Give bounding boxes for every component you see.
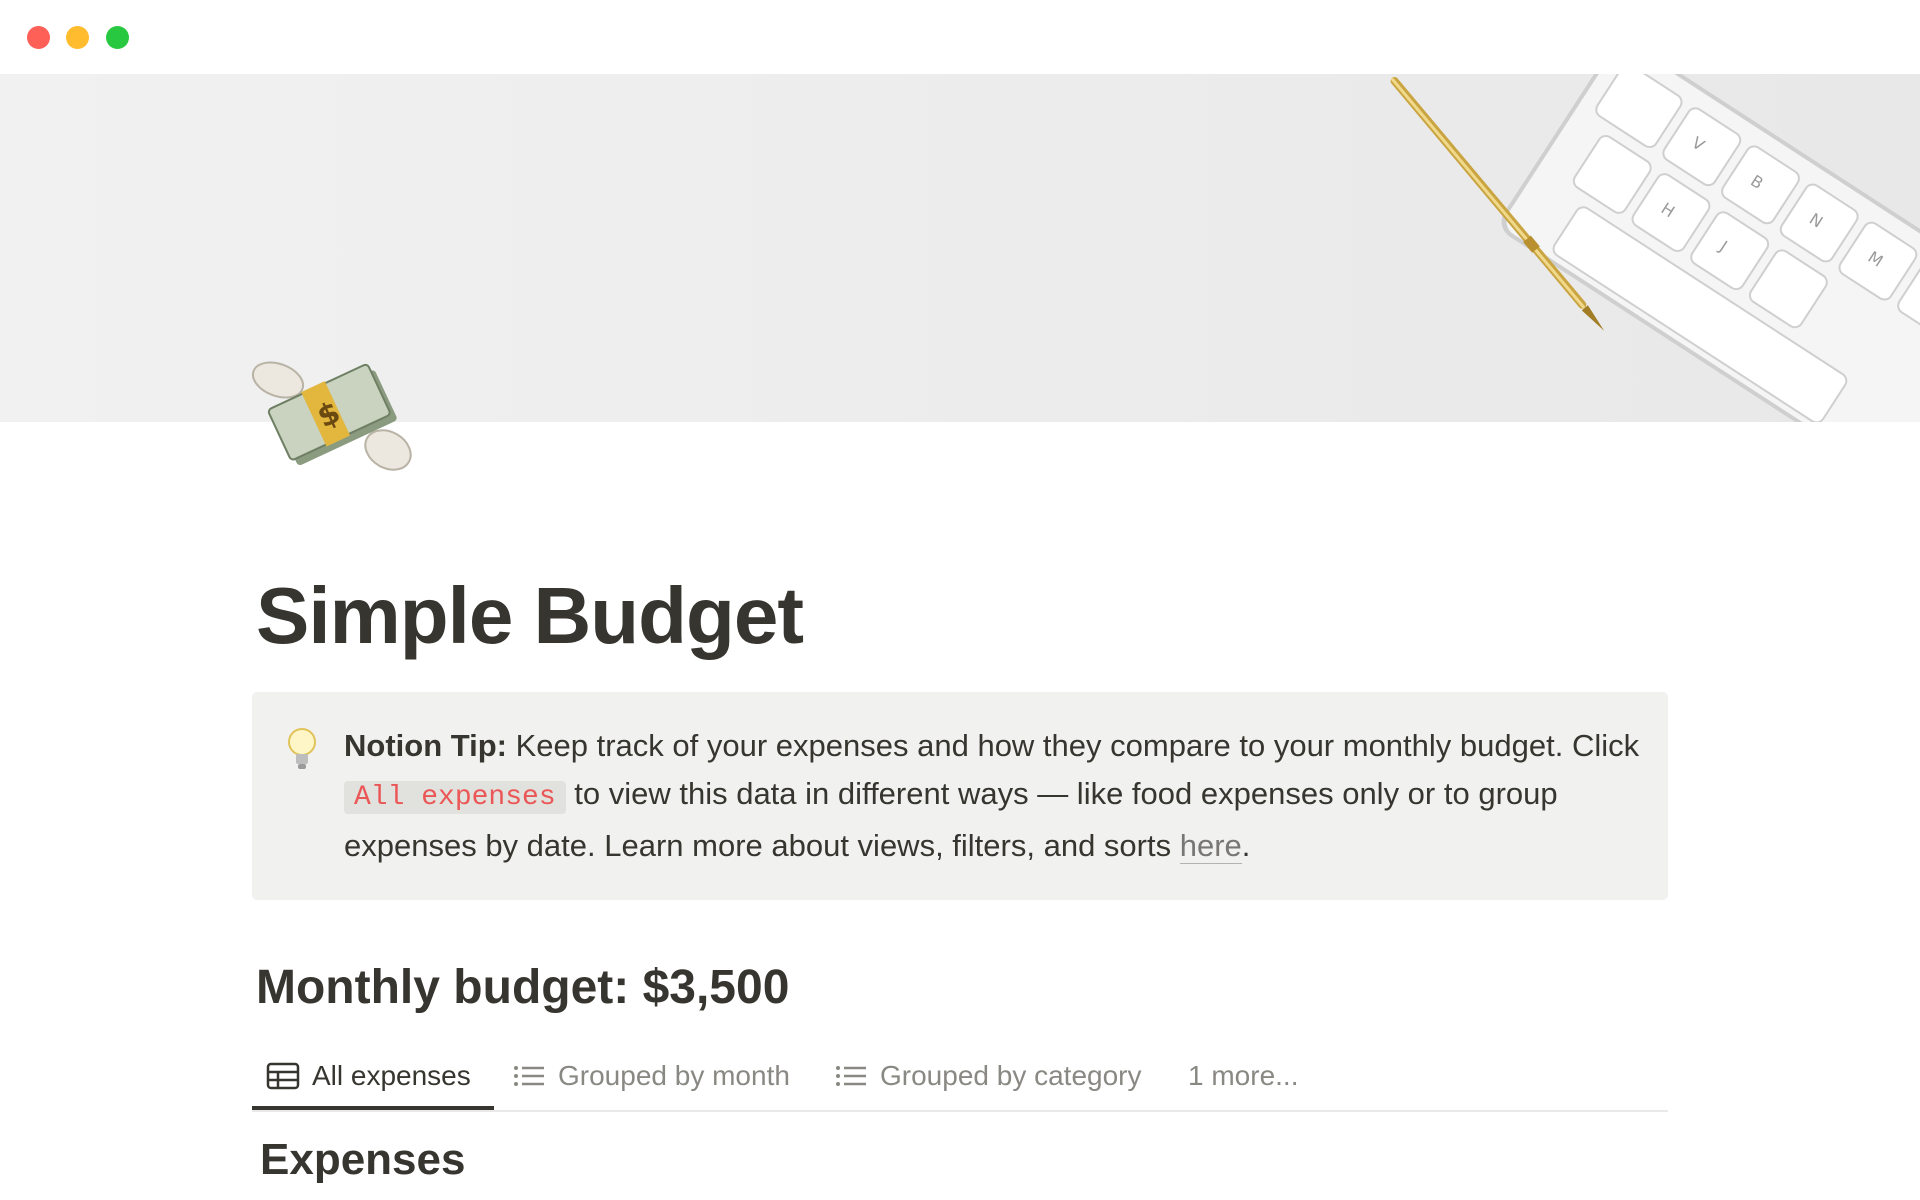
list-icon	[836, 1066, 866, 1086]
monthly-budget-heading[interactable]: Monthly budget: $3,500	[256, 960, 789, 1015]
here-link[interactable]: here	[1179, 828, 1242, 864]
callout-text: Notion Tip: Keep track of your expenses …	[344, 722, 1644, 870]
tab-label: 1 more...	[1188, 1060, 1299, 1091]
notion-tip-callout: Notion Tip: Keep track of your expenses …	[252, 692, 1668, 900]
tab-label: Grouped by category	[880, 1060, 1142, 1091]
tab-more-views[interactable]: 1 more...	[1188, 1054, 1298, 1098]
callout-text-1: Keep track of your expenses and how they…	[507, 728, 1640, 763]
tab-grouped-by-month[interactable]: Grouped by month	[512, 1054, 790, 1098]
active-tab-indicator	[252, 1106, 494, 1110]
table-icon	[266, 1062, 300, 1090]
tab-all-expenses[interactable]: All expenses	[266, 1054, 471, 1098]
lightbulb-icon[interactable]	[284, 726, 320, 772]
money-with-wings-icon[interactable]: $	[250, 340, 420, 490]
callout-label: Notion Tip:	[344, 728, 507, 763]
minimize-window-button[interactable]	[66, 26, 89, 49]
inline-code-all-expenses: All expenses	[344, 781, 566, 814]
tab-label: Grouped by month	[558, 1060, 790, 1091]
tab-grouped-by-category[interactable]: Grouped by category	[834, 1054, 1142, 1098]
tab-label: All expenses	[312, 1060, 471, 1091]
list-icon	[514, 1066, 544, 1086]
zoom-window-button[interactable]	[106, 26, 129, 49]
database-title[interactable]: Expenses	[260, 1135, 465, 1185]
database-view-tabs: All expenses Grouped by month Grouped by…	[252, 1040, 1668, 1112]
page-title[interactable]: Simple Budget	[256, 570, 804, 662]
window-titlebar	[0, 0, 1920, 74]
callout-text-3: .	[1241, 828, 1251, 863]
close-window-button[interactable]	[27, 26, 50, 49]
